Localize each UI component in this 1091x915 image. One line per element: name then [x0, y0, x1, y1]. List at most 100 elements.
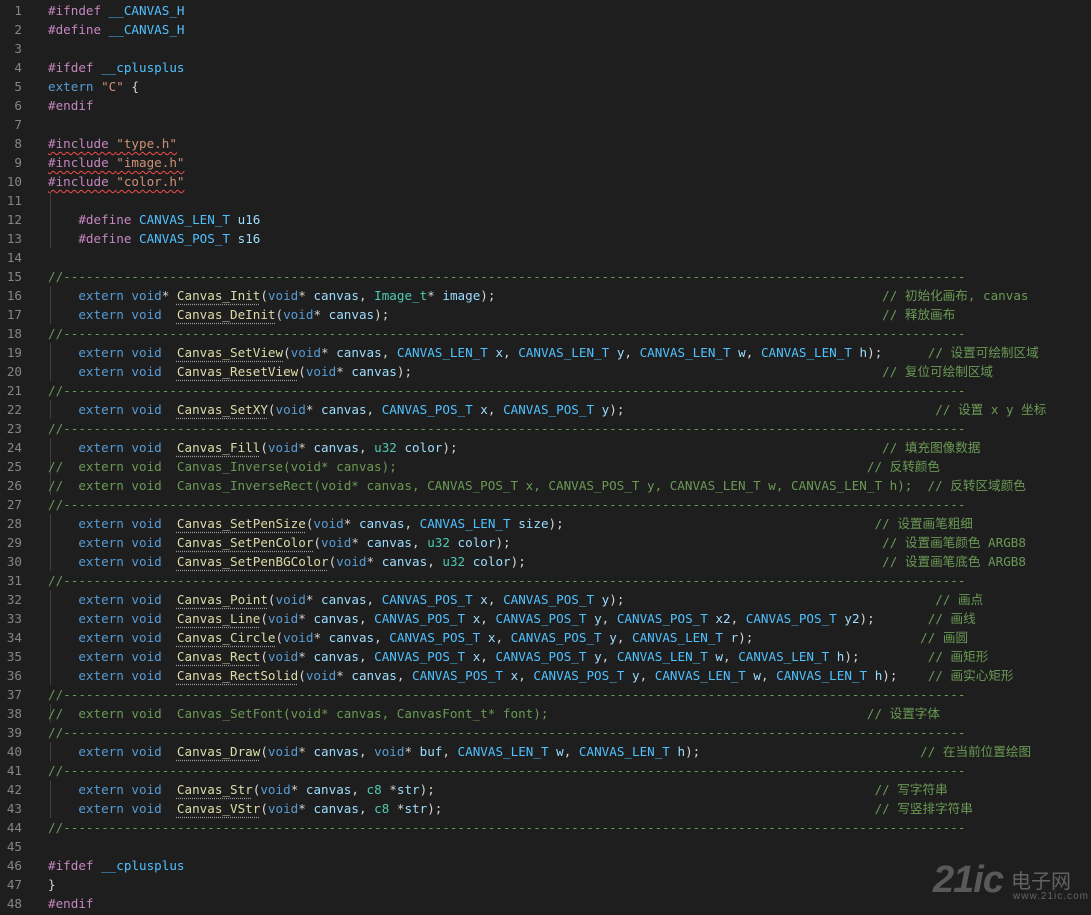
- code-token: u32: [442, 554, 466, 569]
- code-token: CANVAS_POS_T: [412, 668, 504, 683]
- code-line[interactable]: 33 extern void Canvas_Line(void* canvas,…: [0, 609, 1091, 628]
- code-token: // 复位可绘制区域: [882, 364, 994, 379]
- code-token: w: [556, 744, 564, 759]
- code-line[interactable]: 24 extern void Canvas_Fill(void* canvas,…: [0, 438, 1091, 457]
- code-token: void: [275, 592, 306, 607]
- code-line[interactable]: 9 #include "image.h": [0, 153, 1091, 172]
- code-token: CANVAS_POS_T: [389, 630, 481, 645]
- code-editor[interactable]: 1 #ifndef __CANVAS_H 2 #define __CANVAS_H 3 4…: [0, 0, 1091, 915]
- code-token: ,: [616, 630, 632, 645]
- code-token: Canvas_Rect: [176, 649, 261, 664]
- code-token: "image.h": [116, 155, 185, 170]
- code-text: #ifdef __cplusplus: [48, 58, 184, 77]
- code-text: extern void Canvas_SetPenColor(void* can…: [48, 533, 1026, 552]
- code-token: ,: [442, 744, 458, 759]
- code-token: extern void: [78, 744, 177, 759]
- code-token: CANVAS_POS_T: [495, 611, 587, 626]
- code-token: void: [305, 668, 337, 683]
- code-line[interactable]: 8 #include "type.h": [0, 134, 1091, 153]
- code-token: *: [321, 345, 337, 360]
- code-token: "C": [101, 79, 124, 94]
- code-line[interactable]: 32 extern void Canvas_Point(void* canvas…: [0, 590, 1091, 609]
- code-token: CANVAS_LEN_T: [457, 744, 549, 759]
- code-line[interactable]: 11: [0, 191, 1091, 210]
- code-line[interactable]: 15 //------------------------------------…: [0, 267, 1091, 286]
- code-token: (: [260, 649, 268, 664]
- code-token: *: [298, 440, 314, 455]
- code-line[interactable]: 29 extern void Canvas_SetPenColor(void* …: [0, 533, 1091, 552]
- code-token: ,: [601, 611, 617, 626]
- code-line[interactable]: 17 extern void Canvas_DeInit(void* canva…: [0, 305, 1091, 324]
- code-line[interactable]: 23 //------------------------------------…: [0, 419, 1091, 438]
- code-line[interactable]: 44 //------------------------------------…: [0, 818, 1091, 837]
- code-line[interactable]: 40 extern void Canvas_Draw(void* canvas,…: [0, 742, 1091, 761]
- code-token: canvas: [321, 592, 367, 607]
- code-token: Canvas_Point: [176, 592, 268, 607]
- code-line[interactable]: 27 //------------------------------------…: [0, 495, 1091, 514]
- code-line[interactable]: 19 extern void Canvas_SetView(void* canv…: [0, 343, 1091, 362]
- code-line[interactable]: 42 extern void Canvas_Str(void* canvas, …: [0, 780, 1091, 799]
- code-line[interactable]: 12 #define CANVAS_LEN_T u16: [0, 210, 1091, 229]
- code-line[interactable]: 20 extern void Canvas_ResetView(void* ca…: [0, 362, 1091, 381]
- code-line[interactable]: 38 // extern void Canvas_SetFont(void* ca…: [0, 704, 1091, 723]
- code-line[interactable]: 43 extern void Canvas_VStr(void* canvas,…: [0, 799, 1091, 818]
- line-number: 44: [6, 820, 22, 835]
- code-line[interactable]: 36 extern void Canvas_RectSolid(void* ca…: [0, 666, 1091, 685]
- code-line[interactable]: 2 #define __CANVAS_H: [0, 20, 1091, 39]
- code-line[interactable]: 5 extern "C" {: [0, 77, 1091, 96]
- code-token: *: [366, 554, 382, 569]
- code-token: *: [298, 649, 314, 664]
- code-token: extern: [48, 79, 102, 94]
- code-token: ,: [358, 288, 375, 303]
- code-line[interactable]: 10 #include "color.h": [0, 172, 1091, 191]
- code-line[interactable]: 21 //------------------------------------…: [0, 381, 1091, 400]
- code-line[interactable]: 3: [0, 39, 1091, 58]
- code-line[interactable]: 6 #endif: [0, 96, 1091, 115]
- code-line[interactable]: 1 #ifndef __CANVAS_H: [0, 1, 1091, 20]
- code-line[interactable]: 18 //------------------------------------…: [0, 324, 1091, 343]
- code-token: canvas: [313, 288, 359, 303]
- line-number: 38: [6, 706, 22, 721]
- code-token: y: [609, 630, 617, 645]
- code-line[interactable]: 7: [0, 115, 1091, 134]
- code-token: // 设置画笔粗细: [874, 516, 973, 531]
- code-token: (: [298, 364, 306, 379]
- code-token: #endif: [48, 98, 94, 113]
- code-line[interactable]: 41 //------------------------------------…: [0, 761, 1091, 780]
- code-line[interactable]: 46 #ifdef __cplusplus: [0, 856, 1091, 875]
- code-line[interactable]: 26 // extern void Canvas_InverseRect(void…: [0, 476, 1091, 495]
- code-line[interactable]: 35 extern void Canvas_Rect(void* canvas,…: [0, 647, 1091, 666]
- code-line[interactable]: 28 extern void Canvas_SetPenSize(void* c…: [0, 514, 1091, 533]
- code-line[interactable]: 48 #endif: [0, 894, 1091, 913]
- code-line[interactable]: 16 extern void* Canvas_Init(void* canvas…: [0, 286, 1091, 305]
- code-line[interactable]: 34 extern void Canvas_Circle(void* canva…: [0, 628, 1091, 647]
- code-text: //--------------------------------------…: [48, 761, 965, 780]
- code-line[interactable]: 22 extern void Canvas_SetXY(void* canvas…: [0, 400, 1091, 419]
- code-token: // 画点: [935, 592, 984, 607]
- code-line[interactable]: 39 //------------------------------------…: [0, 723, 1091, 742]
- code-line[interactable]: 4 #ifdef __cplusplus: [0, 58, 1091, 77]
- code-token: // 画矩形: [927, 649, 989, 664]
- code-token: Canvas_DeInit: [176, 307, 276, 322]
- code-line[interactable]: 45: [0, 837, 1091, 856]
- code-line[interactable]: 14: [0, 248, 1091, 267]
- code-line[interactable]: 47}: [0, 875, 1091, 894]
- code-line[interactable]: 30 extern void Canvas_SetPenBGColor(void…: [0, 552, 1091, 571]
- code-line[interactable]: 37 //------------------------------------…: [0, 685, 1091, 704]
- code-line[interactable]: 25 // extern void Canvas_Inverse(void* ca…: [0, 457, 1091, 476]
- code-token: CANVAS_LEN_T: [419, 516, 511, 531]
- code-line[interactable]: 13 #define CANVAS_POS_T s16: [0, 229, 1091, 248]
- code-text: extern void Canvas_Point(void* canvas, C…: [48, 590, 983, 609]
- code-line[interactable]: 31 //------------------------------------…: [0, 571, 1091, 590]
- code-token: CANVAS_POS_T: [616, 611, 708, 626]
- code-token: );: [548, 516, 564, 531]
